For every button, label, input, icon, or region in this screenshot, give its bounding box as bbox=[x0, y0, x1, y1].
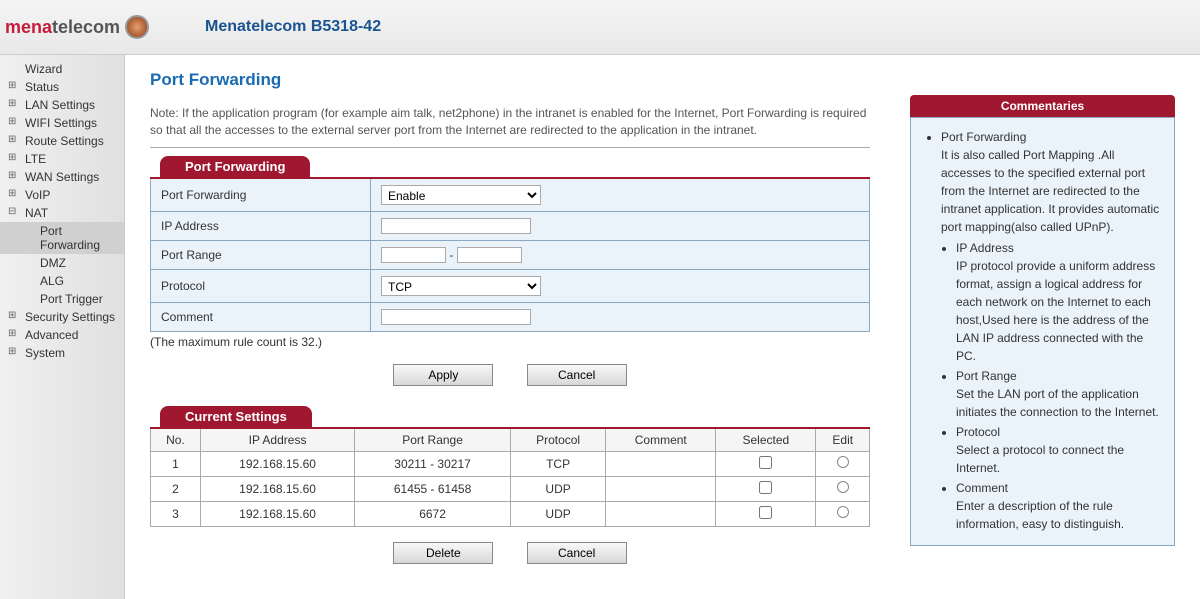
table-row: 2192.168.15.6061455 - 61458UDP bbox=[151, 476, 870, 501]
commentary-item: Port RangeSet the LAN port of the applic… bbox=[956, 367, 1162, 421]
table-cell: 192.168.15.60 bbox=[200, 476, 354, 501]
table-cell: UDP bbox=[510, 476, 605, 501]
sidebar-item-lte[interactable]: LTE bbox=[0, 150, 124, 168]
label-ip: IP Address bbox=[151, 211, 371, 240]
sidebar-item-status[interactable]: Status bbox=[0, 78, 124, 96]
cancel-table-button[interactable]: Cancel bbox=[527, 542, 627, 564]
table-cell bbox=[606, 451, 716, 476]
sidebar-item-lan-settings[interactable]: LAN Settings bbox=[0, 96, 124, 114]
table-cell: UDP bbox=[510, 501, 605, 526]
table-cell: 2 bbox=[151, 476, 201, 501]
table-header: Edit bbox=[816, 428, 870, 452]
logo-pre: mena bbox=[5, 17, 52, 37]
apply-button[interactable]: Apply bbox=[393, 364, 493, 386]
section-tab-table: Current Settings bbox=[160, 406, 312, 427]
sidebar-sub-port-trigger[interactable]: Port Trigger bbox=[0, 290, 124, 308]
sidebar-item-advanced[interactable]: Advanced bbox=[0, 326, 124, 344]
label-enable: Port Forwarding bbox=[151, 178, 371, 212]
commentary-item: ProtocolSelect a protocol to connect the… bbox=[956, 423, 1162, 477]
table-header: Comment bbox=[606, 428, 716, 452]
max-rule-note: (The maximum rule count is 32.) bbox=[150, 335, 870, 349]
row-edit-radio[interactable] bbox=[837, 506, 849, 518]
sidebar-item-wizard[interactable]: Wizard bbox=[0, 60, 124, 78]
row-select-checkbox[interactable] bbox=[759, 456, 772, 469]
row-edit-radio[interactable] bbox=[837, 481, 849, 493]
table-header: Protocol bbox=[510, 428, 605, 452]
port-range-from-input[interactable] bbox=[381, 247, 446, 263]
label-comment: Comment bbox=[151, 302, 371, 331]
table-header: Port Range bbox=[355, 428, 511, 452]
sidebar-item-nat[interactable]: NAT bbox=[0, 204, 124, 222]
sidebar-sub-port-forwarding[interactable]: Port Forwarding bbox=[0, 222, 124, 254]
sidebar-item-voip[interactable]: VoIP bbox=[0, 186, 124, 204]
delete-button[interactable]: Delete bbox=[393, 542, 493, 564]
commentary-intro: It is also called Port Mapping .All acce… bbox=[941, 148, 1159, 234]
sidebar-item-wifi-settings[interactable]: WIFI Settings bbox=[0, 114, 124, 132]
port-range-sep: - bbox=[449, 248, 453, 262]
table-cell: 192.168.15.60 bbox=[200, 451, 354, 476]
label-protocol: Protocol bbox=[151, 269, 371, 302]
table-header: IP Address bbox=[200, 428, 354, 452]
row-select-checkbox[interactable] bbox=[759, 506, 772, 519]
sidebar-item-security-settings[interactable]: Security Settings bbox=[0, 308, 124, 326]
sidebar: WizardStatusLAN SettingsWIFI SettingsRou… bbox=[0, 55, 125, 599]
commentary-item: CommentEnter a description of the rule i… bbox=[956, 479, 1162, 533]
table-cell: 61455 - 61458 bbox=[355, 476, 511, 501]
port-forwarding-select[interactable]: Enable bbox=[381, 185, 541, 205]
table-cell: 192.168.15.60 bbox=[200, 501, 354, 526]
logo-icon bbox=[125, 15, 149, 39]
table-row: 3192.168.15.606672UDP bbox=[151, 501, 870, 526]
label-port-range: Port Range bbox=[151, 240, 371, 269]
table-cell: 6672 bbox=[355, 501, 511, 526]
port-forwarding-form: Port Forwarding Enable IP Address Port R… bbox=[150, 177, 870, 332]
port-range-to-input[interactable] bbox=[457, 247, 522, 263]
sidebar-item-system[interactable]: System bbox=[0, 344, 124, 362]
commentary-panel: Commentaries Port Forwarding It is also … bbox=[910, 95, 1175, 584]
table-cell bbox=[606, 476, 716, 501]
row-edit-radio[interactable] bbox=[837, 456, 849, 468]
row-select-checkbox[interactable] bbox=[759, 481, 772, 494]
top-header: menatelecom Menatelecom B5318-42 bbox=[0, 0, 1200, 55]
commentary-item: IP AddressIP protocol provide a uniform … bbox=[956, 239, 1162, 365]
table-row: 1192.168.15.6030211 - 30217TCP bbox=[151, 451, 870, 476]
table-header: No. bbox=[151, 428, 201, 452]
commentary-title: Commentaries bbox=[910, 95, 1175, 117]
commentary-heading: Port Forwarding bbox=[941, 130, 1026, 144]
protocol-select[interactable]: TCP bbox=[381, 276, 541, 296]
table-cell: 30211 - 30217 bbox=[355, 451, 511, 476]
sidebar-sub-dmz[interactable]: DMZ bbox=[0, 254, 124, 272]
ip-address-input[interactable] bbox=[381, 218, 531, 234]
logo-post: telecom bbox=[52, 17, 120, 37]
page-note: Note: If the application program (for ex… bbox=[150, 105, 870, 148]
section-tab-form: Port Forwarding bbox=[160, 156, 310, 177]
table-cell bbox=[606, 501, 716, 526]
logo: menatelecom bbox=[0, 15, 170, 39]
cancel-button[interactable]: Cancel bbox=[527, 364, 627, 386]
table-cell: 1 bbox=[151, 451, 201, 476]
sidebar-item-route-settings[interactable]: Route Settings bbox=[0, 132, 124, 150]
table-header: Selected bbox=[716, 428, 816, 452]
page-title: Port Forwarding bbox=[150, 70, 870, 90]
table-cell: 3 bbox=[151, 501, 201, 526]
sidebar-item-wan-settings[interactable]: WAN Settings bbox=[0, 168, 124, 186]
sidebar-sub-alg[interactable]: ALG bbox=[0, 272, 124, 290]
table-cell: TCP bbox=[510, 451, 605, 476]
device-title: Menatelecom B5318-42 bbox=[205, 18, 381, 36]
comment-input[interactable] bbox=[381, 309, 531, 325]
current-settings-table: No.IP AddressPort RangeProtocolCommentSe… bbox=[150, 427, 870, 527]
